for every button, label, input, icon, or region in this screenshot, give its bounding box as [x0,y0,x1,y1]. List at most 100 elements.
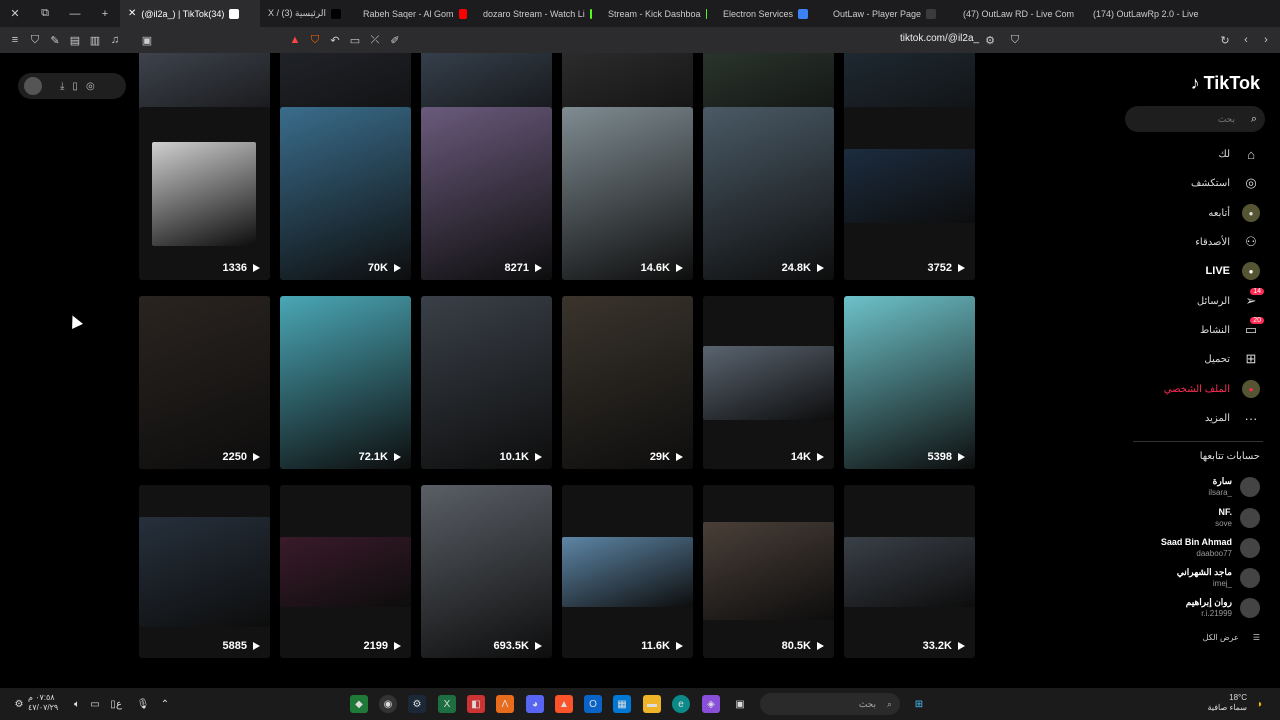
extensions-icon[interactable]: ✎ [45,34,65,47]
video-tile[interactable]: 2250 [139,296,270,469]
play-icon [535,642,542,650]
video-tile[interactable]: 72.1K [280,296,411,469]
video-tile[interactable]: 10.1K [421,296,552,469]
sidebar-nav-item[interactable]: الأصدقاء ⚇ [1120,231,1260,253]
sidebar-nav-item[interactable]: لك ⌂ [1120,143,1260,165]
browser-tab[interactable]: OutLaw - Player Page [825,0,955,27]
brave-shield-icon[interactable]: ⛉ [305,34,325,47]
microphone-icon[interactable]: 🎙︎ [134,695,152,713]
reload-icon[interactable]: ↻ [1215,34,1235,47]
video-tile[interactable]: 80.5K [703,485,834,658]
brave-icon[interactable]: ▲ [555,695,573,713]
followed-account[interactable]: Saad Bin Ahmad daaboo77 [1120,534,1260,562]
download-icon[interactable]: ⤓ [60,81,64,92]
music-icon[interactable]: ♫ [105,34,125,46]
cast-icon[interactable]: ▭ [345,34,365,47]
tiktok-logo[interactable]: ♪ TikTok [1191,73,1260,94]
new-tab-icon[interactable]: + [90,8,120,20]
browser-tab[interactable]: (47) OutLaw RD - Live Com [955,0,1085,27]
store-icon[interactable]: ▦ [613,695,631,713]
back-icon[interactable]: ‹ [1236,34,1256,46]
browser-tab[interactable]: (174) OutLawRp 2.0 - Live [1085,0,1205,27]
task-view-icon[interactable]: ▣ [731,695,749,713]
restore-window-icon[interactable]: ⧉ [30,7,60,20]
video-tile[interactable]: 14K [703,296,834,469]
browser-tab[interactable]: Electron Services [715,0,825,27]
sidebar-nav-item[interactable]: النشاط ▭ 20 [1120,317,1264,341]
browser-tab[interactable]: Stream - Kick Dashboa [600,0,715,27]
compass-icon[interactable]: ◎ [86,81,95,92]
brave-rewards-icon[interactable]: ▲ [285,34,305,46]
video-tile[interactable]: 2199 [280,485,411,658]
excel-icon[interactable]: X [438,695,456,713]
outlook-icon[interactable]: O [584,695,602,713]
avatar[interactable] [24,77,42,95]
forward-icon[interactable]: › [1256,34,1276,46]
search-input[interactable]: بحث ⌕ [1125,106,1265,132]
video-tile[interactable]: 33.2K [844,485,975,658]
app-icon-1[interactable]: ◆ [350,695,368,713]
app-icon-3[interactable]: Λ [496,695,514,713]
obs-icon[interactable]: ◉ [379,695,397,713]
browser-tab[interactable]: dozaro Stream - Watch Li [475,0,600,27]
address-bar-url[interactable]: tiktok.com/@il2a_ [900,33,979,44]
explorer-icon[interactable]: ▬ [643,695,661,713]
translate-icon[interactable]: ⤫ [365,34,385,47]
followed-account[interactable]: روان إبراهيم r.i.21999 [1120,594,1260,622]
sidebar-icon[interactable]: ▥ [85,34,105,47]
video-tile[interactable]: 3752 [844,107,975,280]
sidebar-nav-item[interactable]: LIVE ● [1120,260,1260,282]
view-count: 3752 [928,262,965,274]
see-all-link[interactable]: عرض الكل ☰ [1203,633,1260,642]
minimize-window-icon[interactable]: — [60,8,90,20]
pen-icon[interactable]: ✐ [385,34,405,47]
followed-account[interactable]: ماجد الشهراني imej_ [1120,564,1260,592]
browser-tab[interactable]: Rabeh Saqer - Al Gom [355,0,475,27]
window-icon[interactable]: ▣ [137,34,157,47]
video-tile[interactable]: 24.8K [703,107,834,280]
bookmark-icon[interactable]: ⛉ [1005,34,1025,47]
video-tile[interactable]: 11.6K [562,485,693,658]
video-tile[interactable]: 5398 [844,296,975,469]
discord-icon[interactable]: ◕ [526,695,544,713]
taskbar-search[interactable]: بحث ⌕ [760,693,900,715]
video-tile[interactable]: 5885 [139,485,270,658]
sidebar-nav-item[interactable]: المزيد ··· [1120,407,1260,429]
site-settings-icon[interactable]: ⚙ [980,34,1000,47]
settings-icon[interactable]: ⚙ [10,695,28,713]
close-window-icon[interactable]: ✕ [0,7,30,20]
browser-tab[interactable]: ✕ (@il2a_) | TikTok(34) [120,0,260,27]
menu-icon[interactable]: ≡ [5,34,25,46]
search-icon[interactable]: ⌕ [1251,106,1257,132]
tray-expand-icon[interactable]: ⌃ [156,695,174,713]
edge-icon[interactable]: e [672,695,690,713]
shield-icon[interactable]: ⛉ [25,34,45,47]
sidebar-nav-item[interactable]: تحميل ⊞ [1120,348,1260,370]
speaker-icon[interactable]: 🔈︎ [68,695,86,713]
video-tile[interactable]: 1336 [139,107,270,280]
steam-icon[interactable]: ⚙ [408,695,426,713]
video-tile[interactable]: 70K [280,107,411,280]
weather-widget[interactable]: 18°C سماء صافية [1205,693,1247,713]
followed-account[interactable]: سارة ilsara_ [1120,473,1260,501]
network-icon[interactable]: ▭ [86,695,104,713]
sidebar-nav-item[interactable]: الرسائل ➢ 14 [1120,288,1264,312]
start-icon[interactable]: ⊞ [910,695,928,713]
close-tab-icon[interactable]: ✕ [128,8,136,19]
browser-tab[interactable]: X / (3) الرئيسية [260,0,355,27]
system-clock[interactable]: ٠٧:٥٨ م ٤٧/٠٧/٢٩ [28,693,58,713]
sidebar-nav-item[interactable]: أتابعه ● [1120,202,1260,224]
keyboard-language-icon[interactable]: ع [110,695,128,713]
back-arrow-icon[interactable]: ↶ [325,34,345,47]
video-tile[interactable]: 29K [562,296,693,469]
video-tile[interactable]: 693.5K [421,485,552,658]
phone-icon[interactable]: ▯ [72,81,78,92]
sidebar-nav-item[interactable]: استكشف ◎ [1120,172,1260,194]
video-tile[interactable]: 8271 [421,107,552,280]
followed-account[interactable]: NF. sove [1120,504,1260,532]
copilot-icon[interactable]: ◈ [702,695,720,713]
tab-list-icon[interactable]: ▤ [65,34,85,47]
sidebar-nav-item[interactable]: الملف الشخصي ● [1120,378,1260,400]
app-icon-2[interactable]: ◧ [467,695,485,713]
video-tile[interactable]: 14.6K [562,107,693,280]
